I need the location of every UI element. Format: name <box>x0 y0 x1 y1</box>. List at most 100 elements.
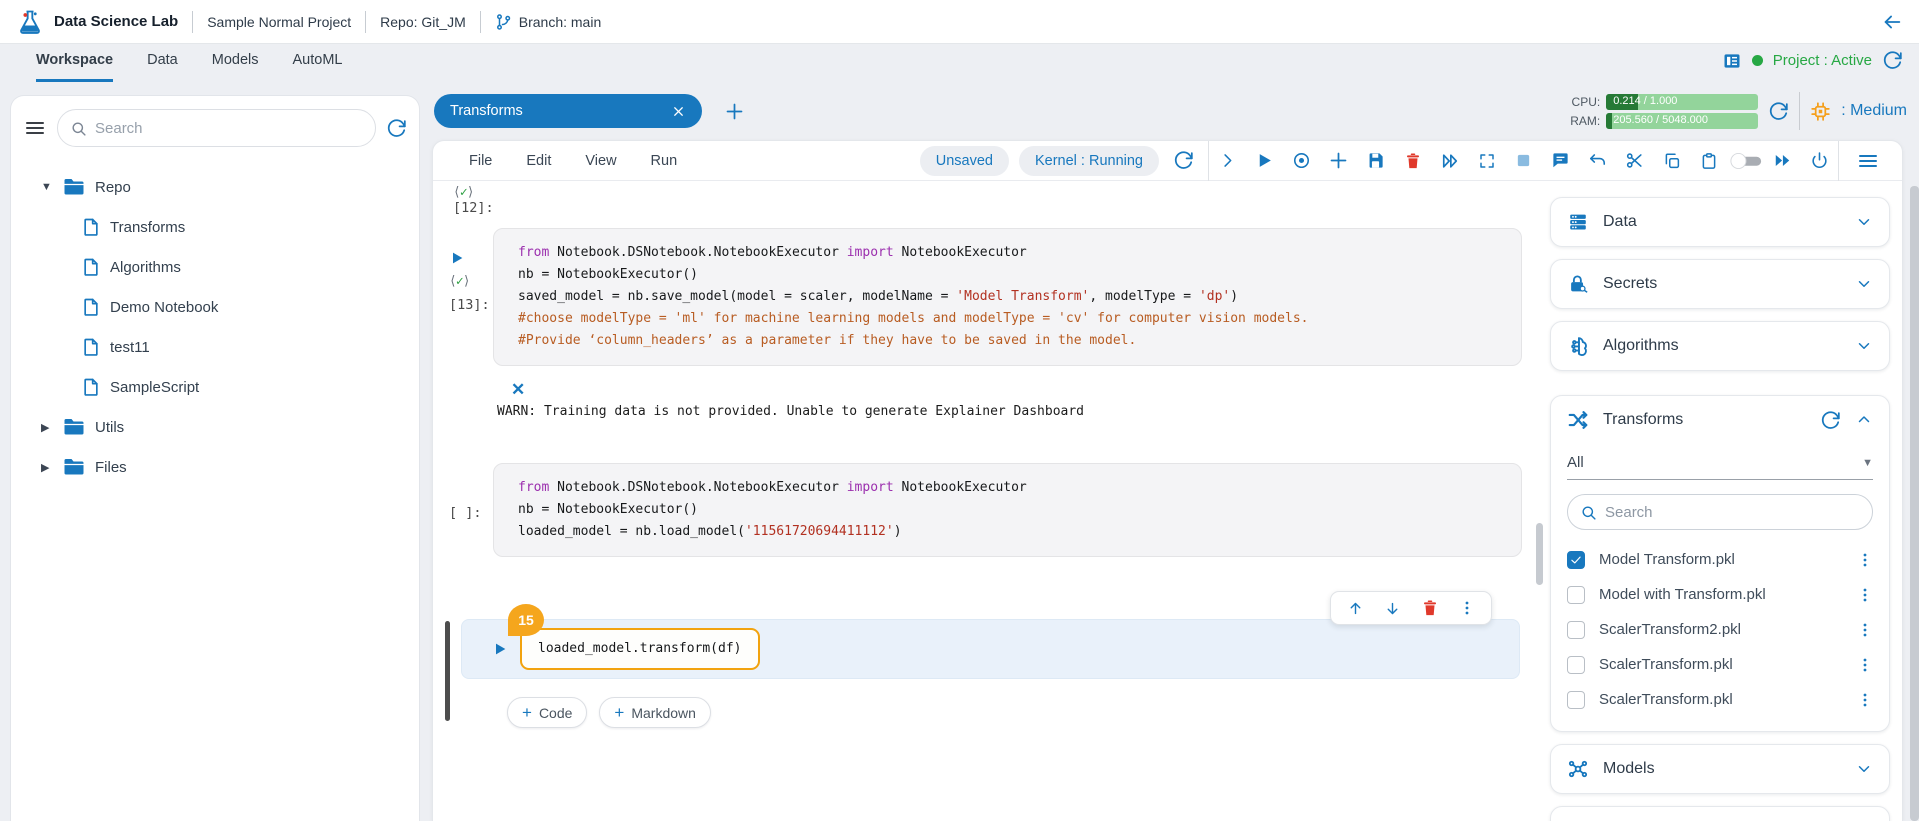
chevron-down-icon[interactable] <box>1855 760 1873 778</box>
nav-tab-data[interactable]: Data <box>147 44 178 82</box>
notebook-menu-icon[interactable] <box>1849 146 1886 176</box>
page-scrollbar[interactable] <box>1910 186 1919 821</box>
cell-success-icon: ⟨✓⟩ <box>449 274 470 289</box>
add-cell-icon[interactable] <box>1320 146 1357 176</box>
nav-tab-automl[interactable]: AutoML <box>293 44 343 82</box>
tree-item-transforms[interactable]: Transforms <box>23 207 407 247</box>
menu-edit[interactable]: Edit <box>526 153 551 169</box>
save-notebook-icon[interactable] <box>1357 146 1394 176</box>
run-cell-button[interactable] <box>449 250 465 266</box>
nav-tab-models[interactable]: Models <box>212 44 259 82</box>
transforms-section-header[interactable]: Transforms <box>1551 396 1889 444</box>
transforms-filter-select[interactable]: All ▼ <box>1567 446 1873 480</box>
file-icon <box>81 217 101 237</box>
tab-close-icon[interactable] <box>671 104 686 119</box>
move-cell-up-icon[interactable] <box>1347 600 1364 617</box>
selected-code-cell[interactable]: 15 loaded_model.transform(df) <box>461 619 1520 679</box>
tree-item-repo[interactable]: ▼Repo <box>23 167 407 207</box>
new-tab-icon[interactable] <box>724 101 745 122</box>
transforms-search-input[interactable]: Search <box>1567 494 1873 530</box>
transforms-refresh-icon[interactable] <box>1820 410 1841 431</box>
project-log-icon[interactable] <box>1722 51 1742 71</box>
models-section-header[interactable]: Models <box>1551 745 1889 793</box>
code-cell[interactable]: from Notebook.DSNotebook.NotebookExecuto… <box>493 228 1522 366</box>
run-all-icon[interactable] <box>1764 146 1801 176</box>
filter-value: All <box>1567 454 1862 471</box>
artifacts-section-header[interactable]: Artifacts <box>1551 807 1889 821</box>
caret-right-icon[interactable]: ▶ <box>41 421 53 434</box>
chevron-down-icon[interactable] <box>1855 337 1873 355</box>
chevron-down-icon[interactable] <box>1855 275 1873 293</box>
checkbox-checked[interactable] <box>1567 551 1585 569</box>
tree-item-test11[interactable]: test11 <box>23 327 407 367</box>
tab-transforms[interactable]: Transforms <box>434 94 702 128</box>
run-cell-icon[interactable] <box>1246 146 1283 176</box>
item-more-options-icon[interactable] <box>1857 657 1873 673</box>
back-arrow-icon[interactable] <box>1881 11 1903 33</box>
section-label: Transforms <box>1603 411 1683 429</box>
notebook-scrollbar[interactable] <box>1536 523 1543 585</box>
algorithms-section-header[interactable]: Algorithms <box>1551 322 1889 370</box>
record-icon[interactable] <box>1283 146 1320 176</box>
explorer-menu-icon[interactable] <box>23 116 47 140</box>
fullscreen-icon[interactable] <box>1468 146 1505 176</box>
add-code-cell-button[interactable]: +Code <box>507 697 587 728</box>
tree-item-demo-notebook[interactable]: Demo Notebook <box>23 287 407 327</box>
checkbox-unchecked[interactable] <box>1567 691 1585 709</box>
tree-item-utils[interactable]: ▶Utils <box>23 407 407 447</box>
checkbox-unchecked[interactable] <box>1567 621 1585 639</box>
tree-item-algorithms[interactable]: Algorithms <box>23 247 407 287</box>
menu-file[interactable]: File <box>469 153 492 169</box>
caret-down-icon[interactable]: ▼ <box>41 181 53 193</box>
delete-cell-icon[interactable] <box>1394 146 1431 176</box>
item-more-options-icon[interactable] <box>1857 622 1873 638</box>
item-more-options-icon[interactable] <box>1857 552 1873 568</box>
nav-tab-workspace[interactable]: Workspace <box>36 44 113 82</box>
shutdown-icon[interactable] <box>1801 146 1838 176</box>
primary-nav: WorkspaceDataModelsAutoML Project : Acti… <box>0 44 1919 82</box>
item-more-options-icon[interactable] <box>1857 587 1873 603</box>
menu-view[interactable]: View <box>585 153 616 169</box>
step-run-icon[interactable] <box>1209 146 1246 176</box>
resources-refresh-icon[interactable] <box>1768 101 1789 122</box>
checkbox-unchecked[interactable] <box>1567 586 1585 604</box>
delete-cell-icon[interactable] <box>1421 599 1439 617</box>
explorer-refresh-icon[interactable] <box>386 118 407 139</box>
tree-item-files[interactable]: ▶Files <box>23 447 407 487</box>
code-cell[interactable]: from Notebook.DSNotebook.NotebookExecuto… <box>493 463 1522 557</box>
project-refresh-icon[interactable] <box>1882 50 1903 71</box>
paste-cell-icon[interactable] <box>1690 146 1727 176</box>
stop-kernel-icon[interactable] <box>1505 146 1542 176</box>
file-explorer-panel: Search ▼RepoTransformsAlgorithmsDemo Not… <box>10 95 420 821</box>
secrets-icon <box>1567 273 1589 295</box>
secrets-section-header[interactable]: Secrets <box>1551 260 1889 308</box>
item-more-options-icon[interactable] <box>1857 692 1873 708</box>
menu-run[interactable]: Run <box>651 153 678 169</box>
caret-right-icon[interactable]: ▶ <box>41 461 53 474</box>
comments-icon[interactable] <box>1542 146 1579 176</box>
app-header: Data Science Lab Sample Normal Project R… <box>0 0 1919 44</box>
add-markdown-cell-button[interactable]: +Markdown <box>599 697 711 728</box>
move-cell-down-icon[interactable] <box>1384 600 1401 617</box>
selected-cell-handle[interactable] <box>445 621 450 721</box>
run-cell-button[interactable] <box>492 641 508 657</box>
undo-icon[interactable] <box>1579 146 1616 176</box>
run-all-below-icon[interactable] <box>1431 146 1468 176</box>
checkbox-unchecked[interactable] <box>1567 656 1585 674</box>
copy-cell-icon[interactable] <box>1653 146 1690 176</box>
cell-editor-focus[interactable]: loaded_model.transform(df) <box>520 628 760 670</box>
caret-down-icon: ▼ <box>1862 457 1873 469</box>
data-section-header[interactable]: Data <box>1551 198 1889 246</box>
scroll-toggle-icon[interactable] <box>1727 146 1764 176</box>
code-line: nb = NotebookExecutor() <box>518 264 1497 286</box>
tree-item-samplescript[interactable]: SampleScript <box>23 367 407 407</box>
chevron-up-icon[interactable] <box>1855 411 1873 429</box>
transform-list-item: ScalerTransform2.pkl <box>1567 612 1873 647</box>
chevron-down-icon[interactable] <box>1855 213 1873 231</box>
cell-more-options-icon[interactable] <box>1459 600 1475 616</box>
search-icon <box>70 120 87 137</box>
clear-output-icon[interactable]: ✕ <box>511 380 527 400</box>
explorer-search-input[interactable]: Search <box>57 109 376 147</box>
cut-cell-icon[interactable] <box>1616 146 1653 176</box>
kernel-refresh-icon[interactable] <box>1173 150 1194 171</box>
